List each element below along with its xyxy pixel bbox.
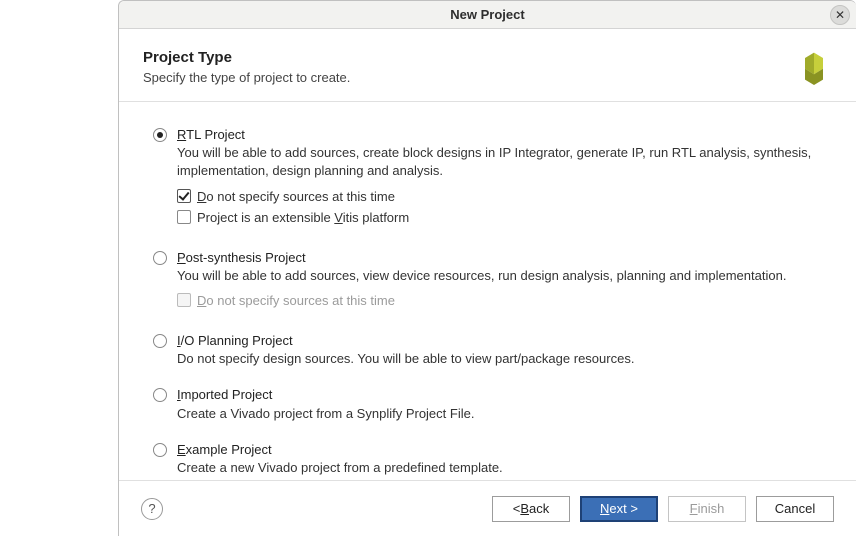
postsynth-no-sources-row: Do not specify sources at this time bbox=[177, 293, 828, 308]
radio-io[interactable] bbox=[153, 334, 167, 348]
titlebar: New Project ✕ bbox=[119, 1, 856, 29]
vivado-logo-icon bbox=[796, 49, 832, 85]
checkbox-rtl-no-sources[interactable] bbox=[177, 189, 191, 203]
next-button[interactable]: Next > bbox=[580, 496, 658, 522]
option-imported-title: Imported Project bbox=[177, 386, 828, 404]
option-example-desc: Create a new Vivado project from a prede… bbox=[177, 459, 828, 477]
finish-button: Finish bbox=[668, 496, 746, 522]
radio-rtl[interactable] bbox=[153, 128, 167, 142]
option-postsynth-title: Post-synthesis Project bbox=[177, 249, 828, 267]
rtl-no-sources-row[interactable]: Do not specify sources at this time bbox=[177, 189, 828, 204]
option-io-title: I/O Planning Project bbox=[177, 332, 828, 350]
checkbox-postsynth-no-sources bbox=[177, 293, 191, 307]
options-body: RTL Project You will be able to add sour… bbox=[119, 102, 856, 480]
option-example-title: Example Project bbox=[177, 441, 828, 459]
window-title: New Project bbox=[450, 7, 524, 22]
radio-example[interactable] bbox=[153, 443, 167, 457]
back-button[interactable]: < Back bbox=[492, 496, 570, 522]
option-imported-desc: Create a Vivado project from a Synplify … bbox=[177, 405, 828, 423]
page-subtitle: Specify the type of project to create. bbox=[143, 70, 784, 85]
option-io-desc: Do not specify design sources. You will … bbox=[177, 350, 828, 368]
close-button[interactable]: ✕ bbox=[830, 5, 850, 25]
new-project-dialog: New Project ✕ Project Type Specify the t… bbox=[118, 0, 856, 536]
option-rtl: RTL Project You will be able to add sour… bbox=[153, 126, 828, 231]
footer: ? < Back Next > Finish Cancel bbox=[119, 480, 856, 536]
radio-postsynth[interactable] bbox=[153, 251, 167, 265]
header-text: Project Type Specify the type of project… bbox=[143, 49, 784, 85]
page-title: Project Type bbox=[143, 49, 784, 66]
cancel-button[interactable]: Cancel bbox=[756, 496, 834, 522]
option-rtl-desc: You will be able to add sources, create … bbox=[177, 144, 828, 180]
option-postsynth: Post-synthesis Project You will be able … bbox=[153, 249, 828, 314]
option-rtl-title: RTL Project bbox=[177, 126, 828, 144]
close-icon: ✕ bbox=[835, 9, 845, 21]
header: Project Type Specify the type of project… bbox=[119, 29, 856, 102]
help-button[interactable]: ? bbox=[141, 498, 163, 520]
radio-imported[interactable] bbox=[153, 388, 167, 402]
help-icon: ? bbox=[148, 501, 155, 516]
checkbox-rtl-vitis[interactable] bbox=[177, 210, 191, 224]
option-postsynth-desc: You will be able to add sources, view de… bbox=[177, 267, 828, 285]
rtl-vitis-row[interactable]: Project is an extensible Vitis platform bbox=[177, 210, 828, 225]
option-example: Example Project Create a new Vivado proj… bbox=[153, 441, 828, 477]
option-io: I/O Planning Project Do not specify desi… bbox=[153, 332, 828, 368]
option-imported: Imported Project Create a Vivado project… bbox=[153, 386, 828, 422]
